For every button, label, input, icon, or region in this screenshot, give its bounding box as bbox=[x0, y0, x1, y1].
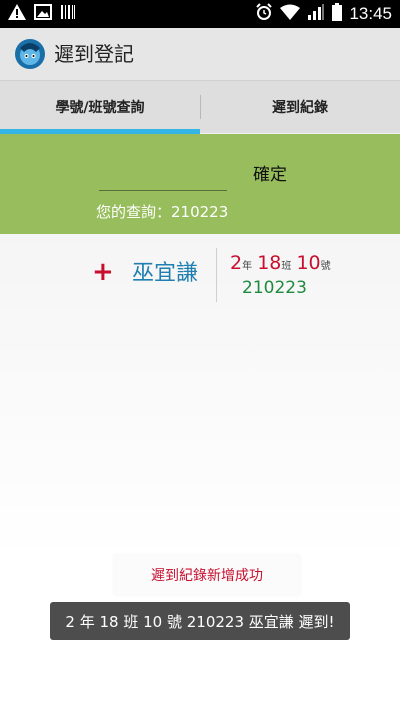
student-id-input[interactable] bbox=[99, 154, 227, 191]
confirm-button[interactable]: 確定 bbox=[238, 156, 302, 188]
grade-unit: 年 bbox=[242, 261, 253, 272]
warning-icon bbox=[8, 4, 26, 24]
class-value: 18 bbox=[257, 252, 282, 274]
tab-late-records[interactable]: 遲到紀錄 bbox=[200, 81, 400, 133]
tab-id-query-label: 學號/班號查詢 bbox=[55, 100, 145, 116]
battery-icon bbox=[332, 3, 343, 25]
class-info: 2年 18班 10號 bbox=[230, 252, 331, 278]
status-time: 13:45 bbox=[349, 4, 392, 23]
student-id: 210223 bbox=[242, 278, 307, 298]
add-record-button[interactable]: + bbox=[92, 258, 114, 286]
app-logo-icon bbox=[14, 38, 46, 70]
student-record-row: + 巫宜謙 2年 18班 10號 210223 bbox=[0, 244, 400, 304]
record-divider bbox=[216, 248, 217, 302]
query-panel: 確定 您的查詢：210223 bbox=[0, 134, 400, 234]
tab-late-records-label: 遲到紀錄 bbox=[272, 100, 328, 116]
late-toast-text: 2 年 18 班 10 號 210223 巫宜謙 遲到! bbox=[65, 612, 335, 631]
status-bar-left bbox=[8, 4, 76, 24]
app-title: 遲到登記 bbox=[54, 42, 134, 66]
late-toast: 2 年 18 班 10 號 210223 巫宜謙 遲到! bbox=[50, 602, 350, 640]
seat-number-unit: 號 bbox=[320, 261, 331, 272]
image-icon bbox=[34, 4, 52, 24]
status-bar: 13:45 bbox=[0, 0, 400, 28]
status-bar-right: 13:45 bbox=[255, 3, 392, 25]
query-result-text: 您的查詢：210223 bbox=[96, 203, 229, 221]
class-unit: 班 bbox=[281, 261, 292, 272]
tab-bar: 學號/班號查詢 遲到紀錄 bbox=[0, 81, 400, 134]
success-toast-text: 遲到紀錄新增成功 bbox=[151, 568, 263, 584]
alarm-icon bbox=[255, 3, 273, 25]
tab-id-query[interactable]: 學號/班號查詢 bbox=[0, 81, 200, 133]
seat-number-value: 10 bbox=[296, 252, 321, 274]
app-bar: 遲到登記 bbox=[0, 28, 400, 81]
signal-icon bbox=[307, 4, 325, 24]
success-toast: 遲到紀錄新增成功 bbox=[114, 555, 300, 595]
grade-value: 2 bbox=[230, 252, 243, 274]
student-name: 巫宜謙 bbox=[132, 261, 199, 286]
wifi-icon bbox=[280, 4, 301, 24]
barcode-icon bbox=[60, 4, 76, 24]
